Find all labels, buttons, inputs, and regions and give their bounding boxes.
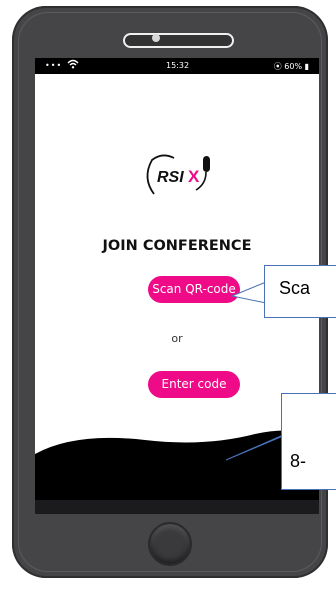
signal-icon: ••• (45, 61, 63, 70)
home-button-icon[interactable] (148, 522, 192, 566)
front-camera-icon (152, 34, 160, 42)
rsix-logo: RSI X (146, 154, 210, 195)
earpiece-speaker (123, 33, 234, 48)
callout-code-text: 8- (290, 451, 307, 471)
scan-qr-code-button[interactable]: Scan QR-code (148, 276, 240, 303)
annotation-callout-scan: Sca (264, 265, 336, 318)
or-separator: or (171, 332, 183, 345)
wifi-icon (67, 59, 79, 72)
annotation-callout-code: 8- (281, 393, 336, 490)
callout-scan-text: Sca (279, 278, 311, 298)
microphone-icon (203, 156, 210, 172)
status-bar: ••• 15:32 ⦿ 60% ▮ (35, 58, 319, 74)
battery-icon: ⦿ 60% ▮ (273, 62, 309, 71)
enter-code-button[interactable]: Enter code (148, 371, 240, 398)
bottom-wave-decoration (35, 430, 319, 514)
logo-rsi-text: RSI (157, 169, 184, 186)
logo-x-text: X (188, 167, 200, 186)
status-time: 15:32 (166, 61, 190, 70)
page-title: JOIN CONFERENCE (102, 238, 252, 254)
